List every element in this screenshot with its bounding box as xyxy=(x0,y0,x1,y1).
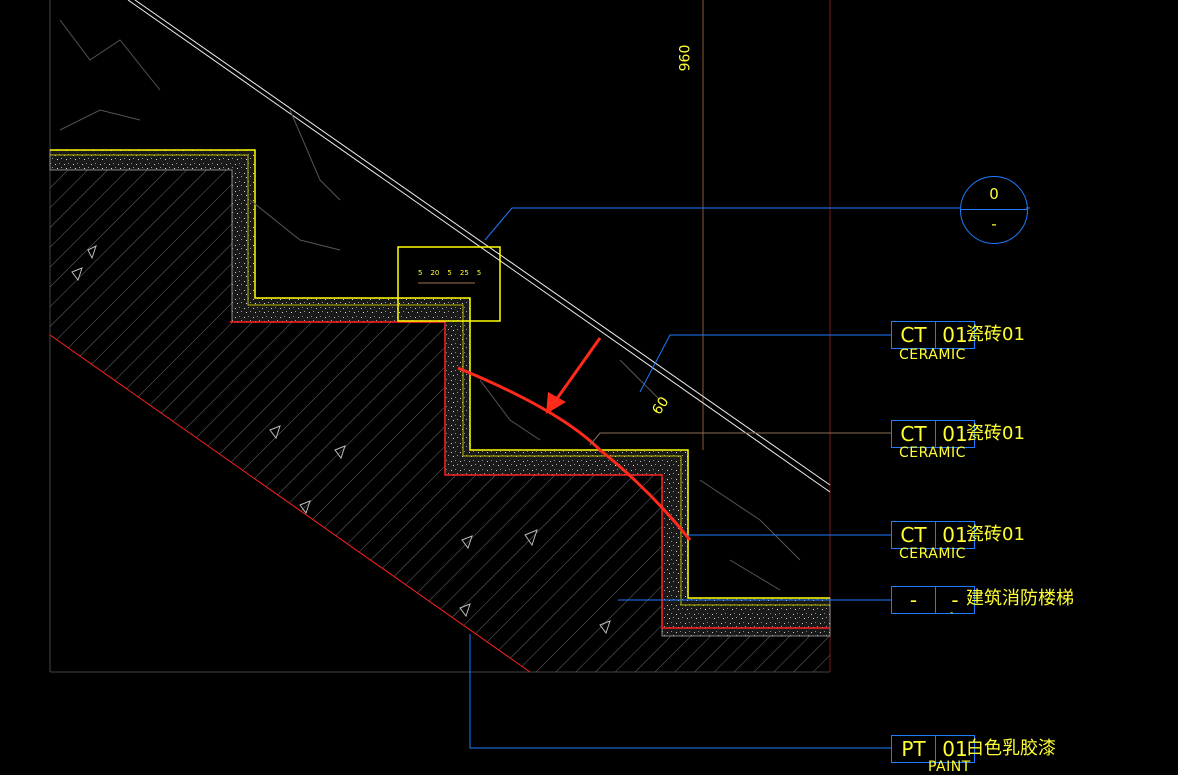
detail-dim: 20 xyxy=(430,269,440,277)
material-tag-ct01[interactable]: CT 01 xyxy=(891,521,975,549)
tag-material: CERAMIC xyxy=(899,445,966,461)
section-number: 0 xyxy=(989,185,999,203)
tag-name: 瓷砖01 xyxy=(966,423,1025,444)
material-tag-ct01[interactable]: CT 01 xyxy=(891,321,975,349)
dimension-960: 960 xyxy=(677,44,694,72)
stair-structure-hatch xyxy=(50,170,830,672)
detail-dim: 5 xyxy=(447,269,452,277)
detail-dim: 25 xyxy=(459,269,469,277)
tag-material: - xyxy=(950,608,954,618)
cad-drawing-canvas[interactable] xyxy=(0,0,1178,766)
detail-dim: 5 xyxy=(476,269,482,277)
material-tag-ct01[interactable]: CT 01 xyxy=(891,420,975,448)
section-sheet: - xyxy=(991,215,997,233)
tag-name: 瓷砖01 xyxy=(966,524,1025,545)
section-callout[interactable]: 0 - xyxy=(960,176,1028,244)
tag-material: PAINT xyxy=(928,759,971,775)
detail-dimensions: 5 20 5 25 5 xyxy=(418,269,481,277)
detail-dim: 5 xyxy=(418,269,423,277)
tag-code: CT xyxy=(892,421,936,447)
tag-name: 建筑消防楼梯 xyxy=(966,588,1074,609)
tag-material: CERAMIC xyxy=(899,347,966,363)
section-divider xyxy=(961,209,1027,210)
material-tag-stair[interactable]: -- xyxy=(891,586,975,614)
tag-code: CT xyxy=(892,322,936,348)
tag-name: 白色乳胶漆 xyxy=(966,738,1056,759)
tag-code: CT xyxy=(892,522,936,548)
tag-material: CERAMIC xyxy=(899,546,966,562)
tag-name: 瓷砖01 xyxy=(966,324,1025,345)
tag-code: - xyxy=(892,587,936,613)
